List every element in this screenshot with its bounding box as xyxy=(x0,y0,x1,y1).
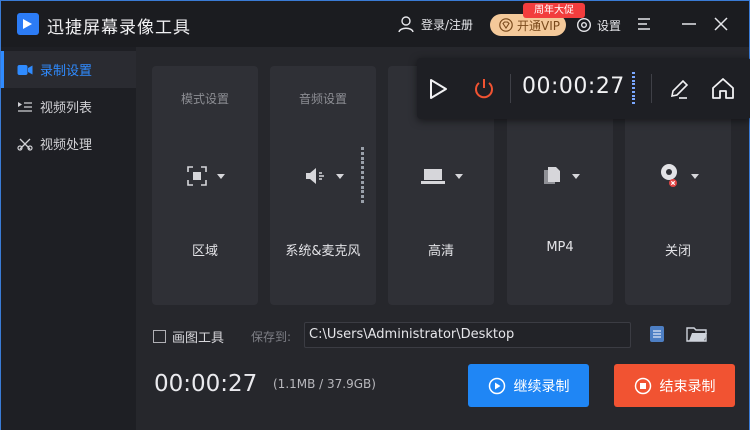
record-settings-icon xyxy=(17,64,33,75)
play-circle-icon xyxy=(488,377,505,394)
sidebar: 录制设置 视频列表 视频处理 xyxy=(1,47,136,430)
play-icon xyxy=(430,79,447,99)
chevron-down-icon xyxy=(335,173,344,179)
minimize-button[interactable] xyxy=(678,13,700,35)
file-size-info: (1.1MB / 37.9GB) xyxy=(273,377,376,391)
draw-pen-button[interactable] xyxy=(664,74,694,104)
audio-level-indicator xyxy=(632,72,635,104)
card-icon-row xyxy=(388,162,494,190)
home-icon xyxy=(712,78,734,99)
sidebar-item-video-process[interactable]: 视频处理 xyxy=(1,125,136,162)
stop-recording-power-button[interactable] xyxy=(469,74,499,104)
pen-icon xyxy=(670,79,689,99)
card-value: 关闭 xyxy=(664,244,691,259)
menu-icon xyxy=(638,18,650,30)
home-button[interactable] xyxy=(708,74,738,104)
gear-icon xyxy=(576,17,592,33)
card-value: 高清 xyxy=(427,244,454,259)
file-list-button[interactable] xyxy=(646,323,668,345)
card-value: 区域 xyxy=(191,244,218,259)
diamond-icon xyxy=(499,18,513,32)
toolbar-divider xyxy=(510,74,511,103)
speaker-icon xyxy=(305,168,324,184)
login-label: 登录/注册 xyxy=(421,17,474,32)
elapsed-time: 00:00:27 xyxy=(154,371,258,397)
save-to-label: 保存到: xyxy=(251,330,292,344)
stop-recording-label: 结束录制 xyxy=(659,378,716,395)
laptop-icon xyxy=(420,169,445,184)
stop-circle-icon xyxy=(634,377,651,394)
draw-tool-toggle[interactable]: 画图工具 xyxy=(153,327,224,346)
save-path-field[interactable]: C:\Users\Administrator\Desktop xyxy=(304,322,631,348)
toolbar-divider xyxy=(651,74,652,103)
mode-settings-card[interactable]: 模式设置 区域 xyxy=(152,66,258,305)
draw-tool-checkbox[interactable] xyxy=(153,330,166,343)
volume-level-meter xyxy=(361,147,364,203)
vip-label: 开通VIP xyxy=(517,18,560,33)
sidebar-item-video-list[interactable]: 视频列表 xyxy=(1,88,136,125)
settings-button[interactable]: 设置 xyxy=(576,14,621,36)
floating-recorder-toolbar: 00:00:27 xyxy=(417,58,750,119)
settings-label: 设置 xyxy=(597,18,622,33)
video-process-icon xyxy=(17,138,33,151)
play-button[interactable] xyxy=(423,74,453,104)
card-value: MP4 xyxy=(546,240,574,255)
close-icon xyxy=(714,17,728,31)
card-title: 模式设置 xyxy=(180,92,229,106)
user-icon xyxy=(398,16,414,33)
toolbar-timer: 00:00:27 xyxy=(522,74,625,99)
open-folder-button[interactable] xyxy=(686,323,708,345)
card-icon-row xyxy=(625,162,731,190)
title-bar: 迅捷屏幕录像工具 登录/注册 开通VIP 周年大促 设置 xyxy=(1,1,749,47)
video-camera-icon xyxy=(17,13,39,35)
close-button[interactable] xyxy=(710,13,732,35)
video-list-icon xyxy=(18,101,32,112)
power-icon xyxy=(475,79,493,99)
continue-recording-label: 继续录制 xyxy=(513,378,570,395)
sidebar-item-label: 视频列表 xyxy=(40,101,93,116)
login-button[interactable]: 登录/注册 xyxy=(397,14,473,34)
card-icon-row xyxy=(152,162,258,190)
stop-recording-button[interactable]: 结束录制 xyxy=(614,364,735,407)
chevron-down-icon xyxy=(571,173,580,179)
region-icon xyxy=(186,166,207,186)
card-value: 系统&麦克风 xyxy=(285,244,361,259)
chevron-down-icon xyxy=(454,173,463,179)
app-title: 迅捷屏幕录像工具 xyxy=(47,18,191,38)
minimize-icon xyxy=(682,23,696,25)
menu-button[interactable] xyxy=(633,13,655,35)
camera-off-icon xyxy=(660,164,677,187)
sidebar-item-label: 录制设置 xyxy=(40,64,93,79)
sidebar-item-label: 视频处理 xyxy=(40,138,93,153)
draw-tool-label: 画图工具 xyxy=(172,331,225,346)
app-window: 迅捷屏幕录像工具 登录/注册 开通VIP 周年大促 设置 录制设置 视频列表 视… xyxy=(0,0,750,430)
card-icon-row xyxy=(507,162,613,190)
folder-icon xyxy=(686,327,707,342)
chevron-down-icon xyxy=(216,173,225,179)
file-format-icon xyxy=(543,167,560,184)
chevron-down-icon xyxy=(690,173,699,179)
card-title: 音频设置 xyxy=(298,92,347,106)
continue-recording-button[interactable]: 继续录制 xyxy=(468,364,589,407)
file-list-icon xyxy=(650,326,664,342)
sidebar-item-record-settings[interactable]: 录制设置 xyxy=(1,51,136,88)
